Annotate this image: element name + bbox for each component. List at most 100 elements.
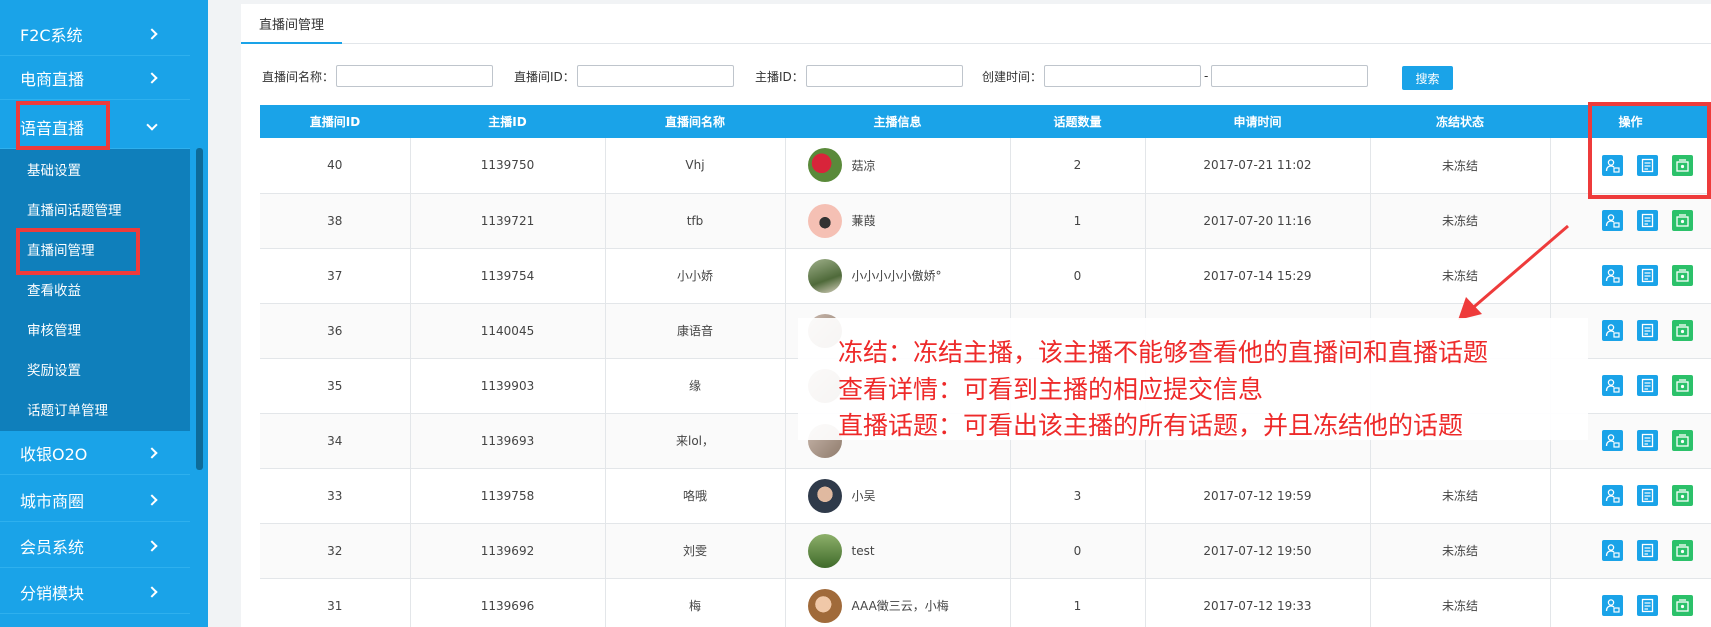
cell-room-id: 37 xyxy=(260,248,411,304)
host-id-input[interactable] xyxy=(805,65,963,87)
sidebar-item-ecommerce-live[interactable]: 电商直播 xyxy=(0,56,190,100)
cell-host-info: test xyxy=(785,523,1011,579)
room-id-input[interactable] xyxy=(576,65,734,87)
sidebar-scrollbar[interactable] xyxy=(196,148,203,470)
header-apply-time[interactable]: 申请时间 xyxy=(1145,105,1370,138)
sidebar-subitem-label: 基础设置 xyxy=(27,163,81,179)
sidebar-subitem-review[interactable]: 审核管理 xyxy=(0,309,190,349)
document-icon xyxy=(1641,378,1653,393)
filter-room-id: 直播间ID： xyxy=(514,65,734,87)
header-room-id[interactable]: 直播间ID xyxy=(260,105,410,138)
cell-freeze-status: 未冻结 xyxy=(1370,468,1551,524)
live-topics-button[interactable] xyxy=(1671,320,1693,341)
live-topics-button[interactable] xyxy=(1671,430,1693,451)
cell-host-id: 1139696 xyxy=(410,578,606,627)
header-topic-count[interactable]: 话题数量 xyxy=(1010,105,1145,138)
header-freeze-status[interactable]: 冻结状态 xyxy=(1370,105,1550,138)
cell-actions xyxy=(1550,578,1711,627)
user-lock-icon xyxy=(1605,214,1620,228)
avatar xyxy=(807,533,842,568)
topic-box-icon xyxy=(1675,324,1689,337)
header-room-name[interactable]: 直播间名称 xyxy=(605,105,785,138)
avatar xyxy=(807,148,842,183)
freeze-button[interactable] xyxy=(1601,485,1623,506)
cell-topic-count: 3 xyxy=(1010,468,1146,524)
live-topics-button[interactable] xyxy=(1671,265,1693,286)
live-topics-button[interactable] xyxy=(1671,210,1693,231)
live-topics-button[interactable] xyxy=(1671,540,1693,561)
sidebar-item-label: 收银O2O xyxy=(20,444,88,464)
sidebar-edge xyxy=(190,0,208,627)
table-row: 33 1139758 咯哦 小吴 3 2017-07-12 19:59 未冻结 xyxy=(260,468,1711,524)
sidebar-item-distribution[interactable]: 分销模块 xyxy=(0,570,190,614)
document-icon xyxy=(1641,488,1653,503)
highlight-room-management xyxy=(16,228,140,275)
view-details-button[interactable] xyxy=(1636,320,1658,341)
view-details-button[interactable] xyxy=(1636,265,1658,286)
header-host-info[interactable]: 主播信息 xyxy=(785,105,1010,138)
live-topics-button[interactable] xyxy=(1671,375,1693,396)
cell-apply-time: 2017-07-20 11:16 xyxy=(1145,193,1371,249)
view-details-button[interactable] xyxy=(1636,430,1658,451)
search-button[interactable]: 搜索 xyxy=(1402,66,1453,90)
cell-host-id: 1139721 xyxy=(410,193,606,249)
view-details-button[interactable] xyxy=(1636,485,1658,506)
cell-host-info: 蒹葭 xyxy=(785,193,1011,249)
cell-room-name: 来lol， xyxy=(605,413,786,469)
sidebar-subitem-rewards[interactable]: 奖励设置 xyxy=(0,349,190,389)
host-id-label: 主播ID： xyxy=(755,69,804,84)
sidebar-submenu: 基础设置 直播间话题管理 直播间管理 查看收益 审核管理 奖励设置 话题订单管理 xyxy=(0,149,190,431)
freeze-button[interactable] xyxy=(1601,595,1623,616)
host-name: 小小小小小傲娇° xyxy=(851,269,942,283)
sidebar-item-member-system[interactable]: 会员系统 xyxy=(0,524,190,568)
sidebar-subitem-basic-settings[interactable]: 基础设置 xyxy=(0,149,190,189)
freeze-button[interactable] xyxy=(1601,375,1623,396)
host-name: AAA徵三云，小梅 xyxy=(851,599,949,613)
freeze-button[interactable] xyxy=(1601,265,1623,286)
sidebar-item-f2c[interactable]: F2C系统 xyxy=(0,12,190,56)
tab-room-management[interactable]: 直播间管理 xyxy=(241,4,342,44)
sidebar-subitem-topic-management[interactable]: 直播间话题管理 xyxy=(0,189,190,229)
view-details-button[interactable] xyxy=(1636,540,1658,561)
cell-host-id: 1139903 xyxy=(410,358,606,414)
freeze-button[interactable] xyxy=(1601,320,1623,341)
freeze-button[interactable] xyxy=(1601,210,1623,231)
freeze-button[interactable] xyxy=(1601,540,1623,561)
cell-host-id: 1140045 xyxy=(410,303,606,359)
sidebar-item-city-district[interactable]: 城市商圈 xyxy=(0,478,190,522)
view-details-button[interactable] xyxy=(1636,595,1658,616)
chevron-right-icon xyxy=(146,585,158,598)
chevron-right-icon xyxy=(146,493,158,506)
view-details-button[interactable] xyxy=(1636,375,1658,396)
cell-room-id: 36 xyxy=(260,303,411,359)
filter-room-name: 直播间名称： xyxy=(262,65,494,87)
sidebar-subitem-topic-orders[interactable]: 话题订单管理 xyxy=(0,389,190,429)
end-date-input[interactable] xyxy=(1211,65,1369,87)
chevron-right-icon xyxy=(146,71,158,84)
cell-room-name: tfb xyxy=(605,193,786,249)
cell-topic-count: 2 xyxy=(1010,138,1146,194)
cell-room-name: 小小娇 xyxy=(605,248,786,304)
user-lock-icon xyxy=(1605,434,1620,448)
live-topics-button[interactable] xyxy=(1671,485,1693,506)
freeze-button[interactable] xyxy=(1601,430,1623,451)
sidebar-subitem-label: 直播间话题管理 xyxy=(27,203,122,219)
cell-actions xyxy=(1550,523,1711,579)
chevron-right-icon xyxy=(146,27,158,40)
sidebar-item-cashier-o2o[interactable]: 收银O2O xyxy=(0,431,190,475)
header-host-id[interactable]: 主播ID xyxy=(410,105,605,138)
cell-topic-count: 0 xyxy=(1010,248,1146,304)
live-topics-button[interactable] xyxy=(1671,595,1693,616)
cell-room-name: 缘 xyxy=(605,358,786,414)
annotation-arrow-icon xyxy=(1458,224,1569,320)
view-details-button[interactable] xyxy=(1636,210,1658,231)
start-date-input[interactable] xyxy=(1044,65,1202,87)
cell-room-name: 刘雯 xyxy=(605,523,786,579)
user-lock-icon xyxy=(1605,324,1620,338)
cell-freeze-status: 未冻结 xyxy=(1370,578,1551,627)
topic-box-icon xyxy=(1675,269,1689,282)
filter-created-time: 创建时间： - xyxy=(982,65,1369,87)
room-name-input[interactable] xyxy=(336,65,494,87)
highlight-voice-live xyxy=(16,101,110,150)
sidebar-subitem-earnings[interactable]: 查看收益 xyxy=(0,269,190,309)
